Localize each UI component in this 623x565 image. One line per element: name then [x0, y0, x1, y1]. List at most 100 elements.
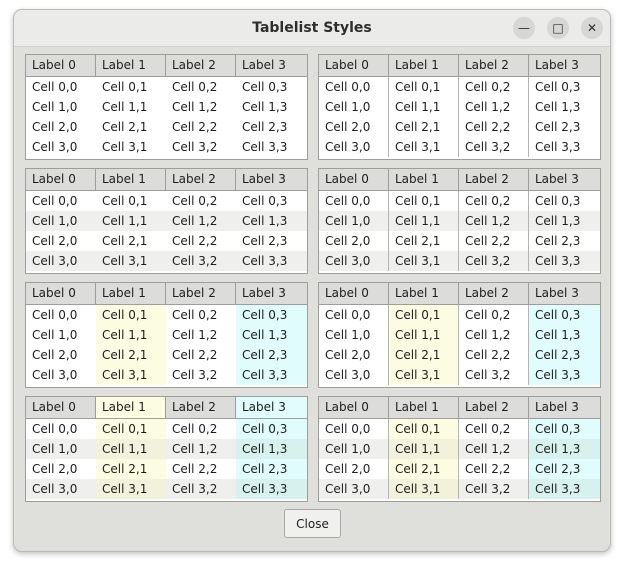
- table-cell[interactable]: Cell 3,1: [389, 365, 459, 385]
- table-cell[interactable]: Cell 0,1: [96, 77, 166, 97]
- table-cell[interactable]: Cell 0,3: [236, 77, 307, 97]
- table-cell[interactable]: Cell 0,3: [529, 305, 600, 325]
- column-header-1[interactable]: Label 1: [96, 397, 166, 418]
- table-row[interactable]: Cell 1,0 Cell 1,1 Cell 1,2 Cell 1,3: [26, 325, 307, 345]
- column-header-3[interactable]: Label 3: [236, 283, 307, 304]
- table-cell[interactable]: Cell 2,1: [389, 231, 459, 251]
- close-window-button[interactable]: ✕: [581, 17, 603, 39]
- table-cell[interactable]: Cell 2,1: [389, 459, 459, 479]
- close-button[interactable]: Close: [284, 509, 341, 538]
- column-header-0[interactable]: Label 0: [319, 169, 389, 190]
- table-cell[interactable]: Cell 3,2: [166, 365, 236, 385]
- table-cell[interactable]: Cell 1,2: [459, 97, 529, 117]
- table-row[interactable]: Cell 0,0 Cell 0,1 Cell 0,2 Cell 0,3: [319, 191, 600, 211]
- table-cell[interactable]: Cell 2,2: [166, 459, 236, 479]
- table-cell[interactable]: Cell 3,3: [529, 479, 600, 499]
- column-header-3[interactable]: Label 3: [236, 55, 307, 76]
- table-cell[interactable]: Cell 2,1: [96, 459, 166, 479]
- column-header-0[interactable]: Label 0: [319, 55, 389, 76]
- table-cell[interactable]: Cell 2,1: [389, 117, 459, 137]
- column-header-0[interactable]: Label 0: [26, 283, 96, 304]
- table-cell[interactable]: Cell 2,2: [166, 231, 236, 251]
- table-cell[interactable]: Cell 3,3: [236, 365, 307, 385]
- table-cell[interactable]: Cell 2,3: [236, 117, 307, 137]
- table-cell[interactable]: Cell 0,0: [319, 419, 389, 439]
- table-cell[interactable]: Cell 1,0: [26, 439, 96, 459]
- table-cell[interactable]: Cell 0,2: [166, 77, 236, 97]
- tablelist-6[interactable]: Label 0 Label 1 Label 2 Label 3 Cell 0,0 Cell…: [25, 396, 308, 502]
- table-cell[interactable]: Cell 1,2: [459, 211, 529, 231]
- column-header-1[interactable]: Label 1: [389, 283, 459, 304]
- table-row[interactable]: Cell 2,0 Cell 2,1 Cell 2,2 Cell 2,3: [26, 117, 307, 137]
- table-cell[interactable]: Cell 0,0: [26, 419, 96, 439]
- table-cell[interactable]: Cell 2,0: [319, 231, 389, 251]
- table-cell[interactable]: Cell 1,2: [166, 97, 236, 117]
- column-header-2[interactable]: Label 2: [166, 55, 236, 76]
- table-cell[interactable]: Cell 1,1: [389, 97, 459, 117]
- table-cell[interactable]: Cell 3,1: [389, 251, 459, 271]
- table-row[interactable]: Cell 3,0 Cell 3,1 Cell 3,2 Cell 3,3: [26, 137, 307, 157]
- table-cell[interactable]: Cell 3,0: [319, 137, 389, 157]
- column-header-1[interactable]: Label 1: [96, 169, 166, 190]
- table-cell[interactable]: Cell 1,0: [26, 325, 96, 345]
- table-cell[interactable]: Cell 2,3: [236, 231, 307, 251]
- table-cell[interactable]: Cell 1,3: [236, 211, 307, 231]
- table-cell[interactable]: Cell 0,2: [459, 305, 529, 325]
- table-cell[interactable]: Cell 1,0: [319, 439, 389, 459]
- table-cell[interactable]: Cell 2,2: [459, 231, 529, 251]
- table-row[interactable]: Cell 1,0 Cell 1,1 Cell 1,2 Cell 1,3: [26, 439, 307, 459]
- table-cell[interactable]: Cell 3,3: [529, 137, 600, 157]
- table-cell[interactable]: Cell 3,0: [26, 365, 96, 385]
- table-row[interactable]: Cell 0,0 Cell 0,1 Cell 0,2 Cell 0,3: [319, 77, 600, 97]
- table-cell[interactable]: Cell 1,3: [529, 97, 600, 117]
- table-cell[interactable]: Cell 1,2: [459, 439, 529, 459]
- table-row[interactable]: Cell 1,0 Cell 1,1 Cell 1,2 Cell 1,3: [26, 211, 307, 231]
- table-row[interactable]: Cell 1,0 Cell 1,1 Cell 1,2 Cell 1,3: [319, 439, 600, 459]
- table-row[interactable]: Cell 3,0 Cell 3,1 Cell 3,2 Cell 3,3: [319, 251, 600, 271]
- table-cell[interactable]: Cell 3,3: [529, 365, 600, 385]
- table-cell[interactable]: Cell 2,2: [166, 345, 236, 365]
- table-cell[interactable]: Cell 1,1: [389, 211, 459, 231]
- table-cell[interactable]: Cell 1,0: [319, 211, 389, 231]
- table-cell[interactable]: Cell 0,2: [459, 419, 529, 439]
- table-row[interactable]: Cell 3,0 Cell 3,1 Cell 3,2 Cell 3,3: [319, 479, 600, 499]
- table-cell[interactable]: Cell 2,0: [26, 345, 96, 365]
- column-header-0[interactable]: Label 0: [26, 55, 96, 76]
- table-cell[interactable]: Cell 3,3: [236, 137, 307, 157]
- table-cell[interactable]: Cell 0,3: [236, 305, 307, 325]
- table-cell[interactable]: Cell 0,0: [319, 77, 389, 97]
- table-cell[interactable]: Cell 0,1: [96, 191, 166, 211]
- tablelist-3[interactable]: Label 0 Label 1 Label 2 Label 3 Cell 0,0 Cell…: [318, 168, 601, 274]
- table-cell[interactable]: Cell 0,2: [459, 77, 529, 97]
- column-header-0[interactable]: Label 0: [26, 169, 96, 190]
- column-header-3[interactable]: Label 3: [529, 283, 600, 304]
- table-cell[interactable]: Cell 3,3: [236, 479, 307, 499]
- table-cell[interactable]: Cell 3,1: [389, 479, 459, 499]
- table-cell[interactable]: Cell 2,2: [166, 117, 236, 137]
- table-cell[interactable]: Cell 3,0: [26, 251, 96, 271]
- column-header-2[interactable]: Label 2: [459, 283, 529, 304]
- table-cell[interactable]: Cell 0,3: [236, 191, 307, 211]
- column-header-0[interactable]: Label 0: [319, 397, 389, 418]
- table-row[interactable]: Cell 0,0 Cell 0,1 Cell 0,2 Cell 0,3: [26, 419, 307, 439]
- table-cell[interactable]: Cell 1,2: [459, 325, 529, 345]
- table-cell[interactable]: Cell 0,2: [459, 191, 529, 211]
- table-cell[interactable]: Cell 3,0: [26, 479, 96, 499]
- table-row[interactable]: Cell 0,0 Cell 0,1 Cell 0,2 Cell 0,3: [26, 77, 307, 97]
- table-cell[interactable]: Cell 0,1: [389, 191, 459, 211]
- tablelist-5[interactable]: Label 0 Label 1 Label 2 Label 3 Cell 0,0 Cell…: [318, 282, 601, 388]
- tablelist-1[interactable]: Label 0 Label 1 Label 2 Label 3 Cell 0,0 Cell…: [318, 54, 601, 160]
- table-cell[interactable]: Cell 2,0: [319, 345, 389, 365]
- table-row[interactable]: Cell 1,0 Cell 1,1 Cell 1,2 Cell 1,3: [319, 97, 600, 117]
- table-row[interactable]: Cell 3,0 Cell 3,1 Cell 3,2 Cell 3,3: [319, 365, 600, 385]
- column-header-3[interactable]: Label 3: [236, 169, 307, 190]
- table-cell[interactable]: Cell 2,0: [26, 117, 96, 137]
- column-header-1[interactable]: Label 1: [389, 55, 459, 76]
- table-cell[interactable]: Cell 2,3: [236, 345, 307, 365]
- table-cell[interactable]: Cell 1,3: [236, 97, 307, 117]
- table-cell[interactable]: Cell 0,1: [96, 305, 166, 325]
- table-row[interactable]: Cell 1,0 Cell 1,1 Cell 1,2 Cell 1,3: [319, 325, 600, 345]
- table-cell[interactable]: Cell 2,3: [529, 459, 600, 479]
- table-cell[interactable]: Cell 2,1: [96, 345, 166, 365]
- table-cell[interactable]: Cell 0,1: [389, 305, 459, 325]
